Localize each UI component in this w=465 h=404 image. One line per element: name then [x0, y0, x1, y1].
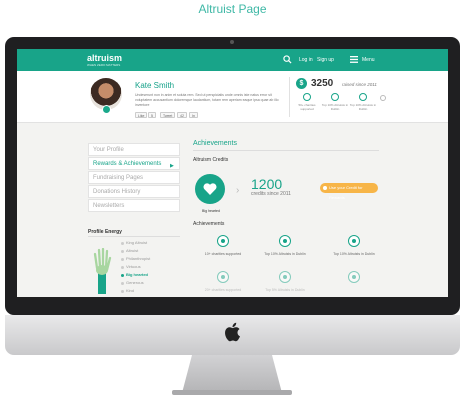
credits-section-label: Altruism Credits — [193, 157, 229, 163]
badge-label: Big hearted — [202, 209, 220, 213]
screen: altruism WHEN ZERO MATTERS Log in Sign u… — [17, 49, 448, 297]
menu-button[interactable]: Menu — [362, 57, 375, 63]
raised-amount: 3250 — [311, 78, 334, 89]
credits-value: 1200 — [251, 176, 283, 192]
level-marker — [121, 258, 124, 261]
brand-tagline: WHEN ZERO MATTERS — [87, 63, 121, 67]
level-marker — [121, 242, 124, 245]
stat-label: Top 10% Altruists in Dublin — [321, 103, 349, 111]
trophy-icon — [348, 271, 360, 283]
level-label: King Altruist — [126, 240, 148, 245]
achievement-label: Top 10% Altruists in Dublin — [333, 252, 375, 256]
monitor-stand — [182, 355, 282, 393]
trophy-icon — [348, 235, 360, 247]
profile-name: Kate Smith — [135, 81, 175, 90]
page-caption: Altruist Page — [198, 2, 267, 16]
dollar-icon: $ — [296, 78, 307, 89]
sidebar-item-profile[interactable]: Your Profile — [88, 143, 180, 156]
hamburger-menu-icon[interactable] — [350, 56, 358, 63]
like-count: 5 — [148, 112, 156, 118]
camera-dot — [230, 40, 234, 44]
divider — [88, 236, 180, 237]
coin-icon — [323, 186, 327, 190]
apple-logo-icon — [225, 322, 240, 342]
divider — [193, 150, 379, 151]
trophy-icon — [217, 235, 229, 247]
raised-since: raised since 2011 — [342, 82, 377, 87]
current-level-label: Big hearted — [126, 272, 149, 277]
stat-label: Top 10% Altruists in Dublin — [349, 103, 377, 111]
trophy-icon — [279, 235, 291, 247]
achievements-title: Achievements — [193, 140, 237, 147]
sidebar-item-rewards[interactable]: Rewards & Achievements — [88, 157, 180, 170]
trophy-icon — [279, 271, 291, 283]
profile-divider — [289, 77, 290, 117]
sidebar-item-donations[interactable]: Donations History — [88, 185, 180, 198]
achievement-label: 10+ charities supported — [204, 252, 242, 256]
login-link[interactable]: Log in — [299, 57, 313, 63]
achievements-section-label: Achievements — [193, 221, 225, 227]
level-marker — [121, 290, 124, 293]
level-label: Generous — [126, 280, 144, 285]
stat-label: 50+ charities supported — [298, 103, 316, 111]
level-marker — [121, 250, 124, 253]
ranking-stat-icon — [331, 93, 339, 101]
search-icon[interactable] — [283, 55, 292, 64]
sidebar-item-fundraising[interactable]: Fundraising Pages — [88, 171, 180, 184]
sidebar-item-newsletters[interactable]: Newsletters — [88, 199, 180, 212]
chevron-right-icon: › — [236, 185, 240, 196]
level-label: Altruist — [126, 248, 139, 253]
charities-stat-icon — [303, 93, 311, 101]
level-marker — [121, 266, 124, 269]
profile-energy-title: Profile Energy — [88, 229, 122, 235]
credits-since: credits since 2011 — [251, 191, 291, 197]
raised-hand-icon — [93, 248, 112, 294]
brand-logo[interactable]: altruism — [87, 53, 122, 63]
use-credit-button[interactable]: Use your Credit for Rewards — [320, 183, 378, 200]
level-label: Philanthropist — [126, 256, 151, 261]
linkedin-button[interactable]: In — [189, 112, 198, 118]
level-marker-current — [121, 274, 124, 277]
level-marker — [121, 282, 124, 285]
achievement-label: 20+ charities supported — [204, 288, 242, 292]
profile-bio: Undeserunt non in anim et soluta rem. Se… — [135, 93, 279, 107]
active-arrow-icon: ▶ — [170, 163, 174, 169]
ranking-stat-icon — [359, 93, 367, 101]
monitor-foot — [172, 390, 292, 395]
level-label: Kind — [126, 288, 135, 293]
top-navbar: altruism WHEN ZERO MATTERS Log in Sign u… — [17, 49, 448, 71]
big-hearted-badge-icon — [195, 174, 225, 204]
signup-link[interactable]: Sign up — [317, 57, 334, 63]
trophy-icon — [217, 271, 229, 283]
heart-badge-icon — [102, 105, 111, 114]
achievement-label: Top 10% Altruists in Dublin — [264, 252, 306, 256]
level-label: Virtuous — [126, 264, 141, 269]
next-arrow-icon[interactable] — [380, 95, 386, 101]
achievement-label: Top 5% Altruists in Dublin — [265, 288, 305, 292]
tweet-button[interactable]: Tweet — [160, 112, 176, 118]
tweet-count: 42 — [177, 112, 187, 118]
like-button[interactable]: Like — [135, 112, 148, 118]
